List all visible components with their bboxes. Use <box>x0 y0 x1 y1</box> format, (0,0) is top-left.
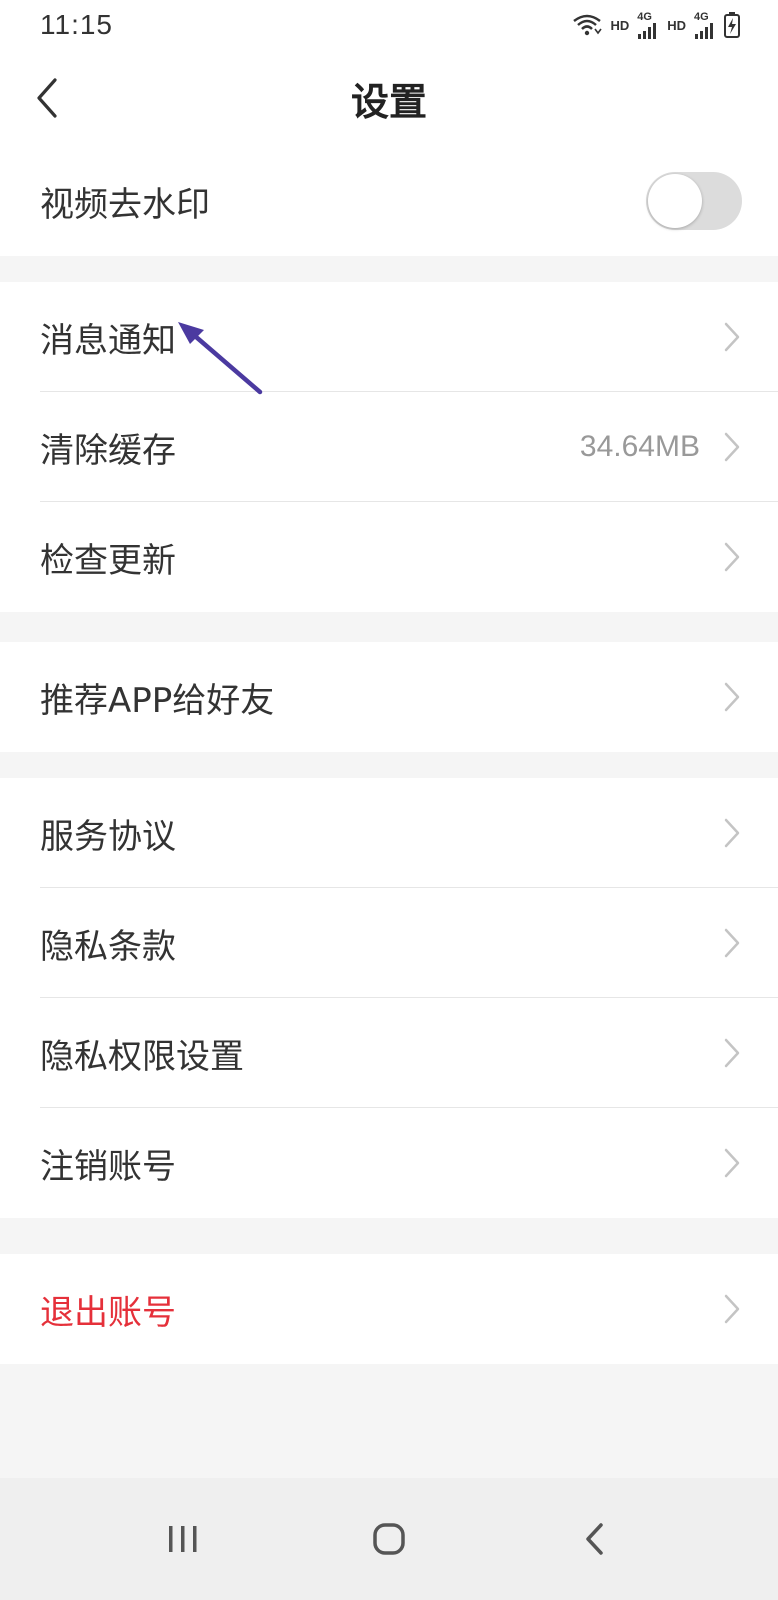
logout-row[interactable]: 退出账号 <box>0 1254 778 1364</box>
cache-size-value: 34.64MB <box>579 430 700 463</box>
hd-label-2: HD <box>667 17 686 33</box>
service-agreement-label: 服务协议 <box>40 816 176 857</box>
signal-1: 4G <box>637 10 659 39</box>
check-update-label: 检查更新 <box>40 540 176 581</box>
video-watermark-row: 视频去水印 <box>0 146 778 256</box>
check-update-row[interactable]: 检查更新 <box>0 502 778 612</box>
recommend-app-label: 推荐APP给好友 <box>40 680 275 721</box>
signal-2: 4G <box>694 10 716 39</box>
privacy-permission-label: 隐私权限设置 <box>40 1036 244 1077</box>
status-icons: HD 4G HD 4G <box>572 10 740 39</box>
home-icon <box>373 1523 405 1555</box>
cancel-account-row[interactable]: 注销账号 <box>0 1108 778 1218</box>
service-agreement-row[interactable]: 服务协议 <box>0 778 778 888</box>
message-notify-row[interactable]: 消息通知 <box>0 282 778 392</box>
page-title: 设置 <box>350 79 427 124</box>
home-button[interactable] <box>359 1509 419 1569</box>
clear-cache-label: 清除缓存 <box>40 430 176 471</box>
privacy-terms-label: 隐私条款 <box>40 926 176 967</box>
toggle-knob <box>648 174 702 228</box>
recommend-app-row[interactable]: 推荐APP给好友 <box>0 642 778 752</box>
chevron-right-icon <box>722 681 742 713</box>
logout-label: 退出账号 <box>40 1292 176 1333</box>
recent-apps-button[interactable] <box>153 1509 213 1569</box>
system-nav-bar <box>0 1478 778 1600</box>
system-back-button[interactable] <box>565 1509 625 1569</box>
message-notify-label: 消息通知 <box>40 320 176 361</box>
status-time: 11:15 <box>40 9 113 40</box>
legal-group: 服务协议 隐私条款 隐私权限设置 注销账号 <box>0 778 778 1218</box>
chevron-right-icon <box>722 1037 742 1069</box>
video-watermark-toggle[interactable] <box>646 172 742 230</box>
chevron-right-icon <box>722 927 742 959</box>
network-label: 4G <box>637 10 652 23</box>
chevron-right-icon <box>722 541 742 573</box>
chevron-right-icon <box>722 817 742 849</box>
logout-group: 退出账号 <box>0 1254 778 1364</box>
signal-bars-icon <box>638 22 657 39</box>
recent-apps-icon <box>169 1526 197 1552</box>
settings-screen: 11:15 HD 4G HD 4G 设置 视频去水印 消息通知 清除缓存 34.… <box>0 0 778 1600</box>
privacy-permission-row[interactable]: 隐私权限设置 <box>0 998 778 1108</box>
chevron-right-icon <box>722 431 742 463</box>
status-bar: 11:15 HD 4G HD 4G <box>0 0 778 50</box>
wifi-icon <box>573 14 603 36</box>
share-group: 推荐APP给好友 <box>0 642 778 752</box>
video-watermark-label: 视频去水印 <box>40 184 210 225</box>
nav-bar: 设置 <box>0 50 778 146</box>
hd-label: HD <box>610 17 630 33</box>
battery-charging-icon <box>724 12 740 38</box>
chevron-right-icon <box>722 1293 742 1325</box>
clear-cache-row[interactable]: 清除缓存 34.64MB <box>0 392 778 502</box>
signal-bars-icon <box>695 22 713 39</box>
annotation-arrow-icon <box>178 322 263 395</box>
privacy-terms-row[interactable]: 隐私条款 <box>0 888 778 998</box>
watermark-group: 视频去水印 <box>0 146 778 256</box>
network-label-2: 4G <box>694 10 709 23</box>
cancel-account-label: 注销账号 <box>40 1146 176 1187</box>
chevron-right-icon <box>722 1147 742 1179</box>
back-icon <box>586 1523 603 1555</box>
chevron-right-icon <box>722 321 742 353</box>
general-group: 消息通知 清除缓存 34.64MB 检查更新 <box>0 282 778 612</box>
